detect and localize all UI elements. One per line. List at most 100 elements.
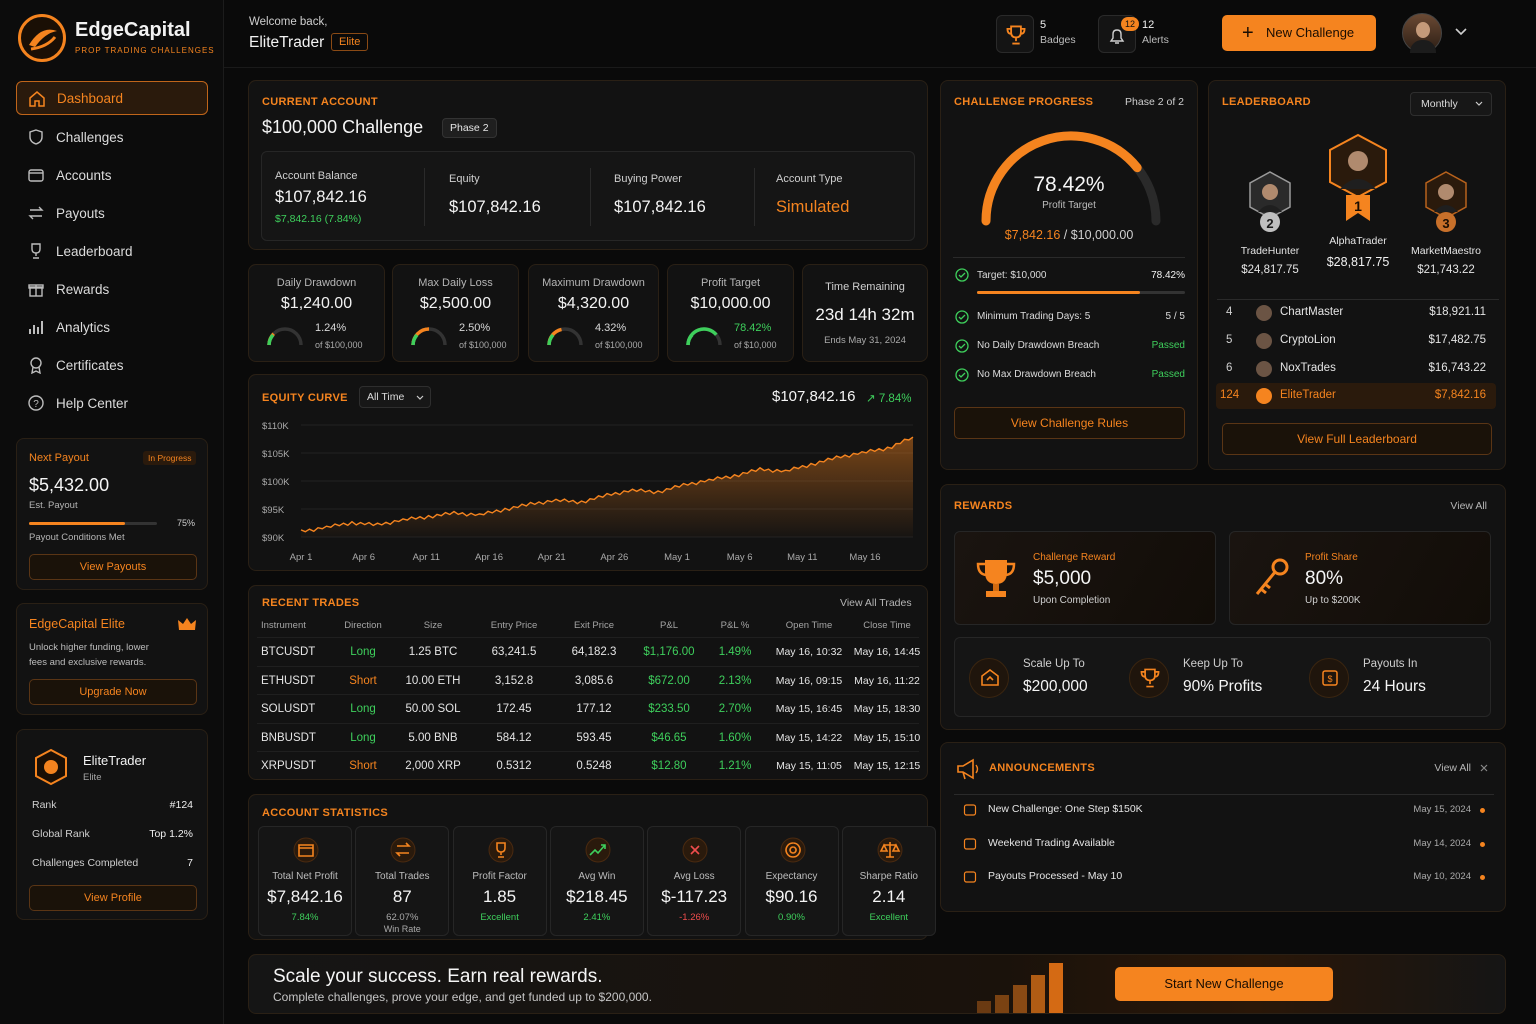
kpi-card: Profit Target $10,000.00 78.42% of $10,000 [667, 264, 794, 362]
announcement-title: New Challenge: One Step $150K [988, 803, 1143, 815]
chevron-down-icon[interactable] [1454, 27, 1468, 37]
profile-global-rank-value: Top 1.2% [149, 828, 193, 840]
rank-1-name: AlphaTrader [1329, 235, 1387, 247]
y-tick-label: $110K [262, 421, 289, 432]
kpi-value: $10,000.00 [690, 295, 771, 312]
table-row[interactable]: BTCUSDT Long 1.25 BTC 63,241.5 64,182.3 $1,17… [257, 637, 920, 665]
divider [953, 257, 1185, 258]
equity-change: ↗ 7.84% [866, 393, 912, 405]
stat-label: Total Net Profit [272, 871, 338, 882]
profit-share-label: Profit Share [1305, 552, 1358, 563]
table-row[interactable]: ETHUSDT Short 10.00 ETH 3,152.8 3,085.6 $672.… [257, 665, 920, 694]
time-remaining-card: Time Remaining 23d 14h 32m Ends May 31, … [802, 264, 928, 362]
section-title: CURRENT ACCOUNT [262, 96, 378, 108]
growth-bars-graphic [977, 963, 1063, 1013]
leaderboard-value: $17,482.75 [1428, 333, 1486, 346]
perk-2-value: 90% Profits [1183, 678, 1263, 695]
sidebar-item-rewards[interactable]: Rewards [16, 272, 208, 306]
check-value: Passed [1151, 369, 1185, 380]
table-cell: 10.00 ETH [405, 674, 461, 687]
stat-value: $90.16 [765, 887, 818, 906]
announcement-item[interactable]: New Challenge: One Step $150K May 15, 202… [955, 801, 1485, 821]
sidebar-item-analytics[interactable]: Analytics [16, 310, 208, 344]
table-row[interactable]: SOLUSDT Long 50.00 SOL 172.45 177.12 $233.50 2… [257, 694, 920, 722]
badges-button[interactable] [996, 15, 1034, 53]
stat-value: 87 [392, 887, 412, 906]
table-cell: 2.13% [718, 674, 752, 687]
trophy-icon [976, 560, 1016, 597]
stat-label: Profit Factor [472, 871, 527, 882]
swap-icon [390, 837, 416, 863]
stat-label: Expectancy [765, 871, 818, 882]
header-username: EliteTrader [249, 34, 325, 51]
leaderboard-row[interactable]: 4 ChartMaster $18,921.11 [1216, 300, 1496, 326]
sidebar-item-dashboard[interactable]: Dashboard [16, 81, 208, 115]
kpi-of: of $100,000 [595, 340, 643, 350]
upgrade-now-button[interactable]: Upgrade Now [29, 679, 197, 705]
sidebar-item-certificates[interactable]: Certificates [16, 348, 208, 382]
start-new-challenge-button[interactable]: Start New Challenge [1115, 967, 1333, 1001]
table-cell: BTCUSDT [261, 646, 316, 658]
challenge-reward-value: $5,000 [1033, 568, 1092, 589]
table-cell: May 15, 18:30 [853, 703, 921, 715]
unread-dot [1480, 841, 1485, 847]
keep-profits-icon [1129, 658, 1169, 698]
table-row[interactable]: BNBUSDT Long 5.00 BNB 584.12 593.45 $46.65 1.6… [257, 722, 920, 751]
table-cell: 1.60% [718, 731, 752, 744]
sidebar-item-challenges[interactable]: Challenges [16, 120, 208, 154]
view-payouts-button[interactable]: View Payouts [29, 554, 197, 580]
table-cell: May 15, 15:10 [853, 731, 921, 744]
check-circle-icon [955, 268, 969, 282]
home-icon [29, 91, 45, 107]
payout-progress-label: 75% [177, 518, 196, 528]
table-cell: $46.65 [651, 731, 687, 744]
range-select[interactable]: All Time [359, 386, 431, 408]
welcome-text: Welcome back, [249, 16, 328, 28]
view-challenge-rules-button[interactable]: View Challenge Rules [954, 407, 1185, 439]
avatar[interactable] [1402, 13, 1442, 53]
table-row[interactable]: XRPUSDT Short 2,000 XRP 0.5312 0.5248 $12.80 1… [257, 751, 920, 779]
rewards-view-all-link[interactable]: View All [1450, 500, 1487, 512]
stat-sub: Excellent [869, 912, 909, 923]
collapse-icon[interactable] [1479, 763, 1489, 773]
announcement-item[interactable]: Payouts Processed - May 10 May 10, 2024 [955, 868, 1485, 888]
shield-icon [29, 129, 43, 145]
new-challenge-button[interactable]: + New Challenge [1222, 15, 1376, 51]
announcement-date: May 15, 2024 [1413, 804, 1471, 815]
section-title: RECENT TRADES [262, 597, 360, 609]
announcement-item[interactable]: Weekend Trading Available May 14, 2024 [955, 835, 1485, 855]
sidebar: EdgeCapital PROP TRADING CHALLENGES Dash… [0, 0, 224, 1024]
range-select-value: All Time [367, 391, 405, 403]
kpi-of: of $100,000 [459, 340, 507, 350]
balance-change: $7,842.16 (7.84%) [275, 213, 362, 225]
leaderboard-row[interactable]: 6 NoxTrades $16,743.22 [1216, 356, 1496, 382]
announcements-view-all-link[interactable]: View All [1434, 762, 1471, 774]
divider [954, 794, 1494, 795]
equity-chart[interactable]: $110K $105K $100K $95K $90K Apr 1 Apr 6 Apr 11 A… [249, 413, 927, 569]
table-cell: May 15, 16:45 [775, 703, 843, 715]
calendar-icon [963, 804, 977, 816]
challenge-reward-card: Challenge Reward $5,000 Upon Completion [954, 531, 1216, 625]
kpi-pct: 2.50% [459, 322, 491, 334]
alerts-button[interactable]: 12 [1098, 15, 1139, 53]
payout-sub: Est. Payout [29, 500, 78, 511]
top-bar: Welcome back, EliteTrader Elite 5 Badges… [224, 0, 1536, 68]
check-circle-icon [955, 310, 969, 324]
table-cell: XRPUSDT [261, 760, 316, 772]
divider [424, 168, 425, 226]
sidebar-item-accounts[interactable]: Accounts [16, 158, 208, 192]
leaderboard-row[interactable]: 5 CryptoLion $17,482.75 [1216, 328, 1496, 354]
sidebar-item-payouts[interactable]: Payouts [16, 196, 208, 230]
leaderboard-row[interactable]: 124 EliteTrader $7,842.16 [1216, 383, 1496, 410]
sidebar-item-leaderboard[interactable]: Leaderboard [16, 234, 208, 268]
announcement-date: May 14, 2024 [1413, 837, 1471, 849]
progress-target: / $10,000.00 [1063, 228, 1134, 242]
view-full-leaderboard-button[interactable]: View Full Leaderboard [1222, 423, 1492, 455]
sidebar-item-help[interactable]: ? Help Center [16, 386, 208, 420]
period-select[interactable]: Monthly [1410, 92, 1492, 116]
view-all-trades-link[interactable]: View All Trades [840, 597, 912, 609]
view-profile-button[interactable]: View Profile [29, 885, 197, 911]
section-title: ACCOUNT STATISTICS [262, 807, 388, 819]
payout-progress-bar [29, 522, 157, 525]
chevron-down-icon [1475, 101, 1483, 106]
